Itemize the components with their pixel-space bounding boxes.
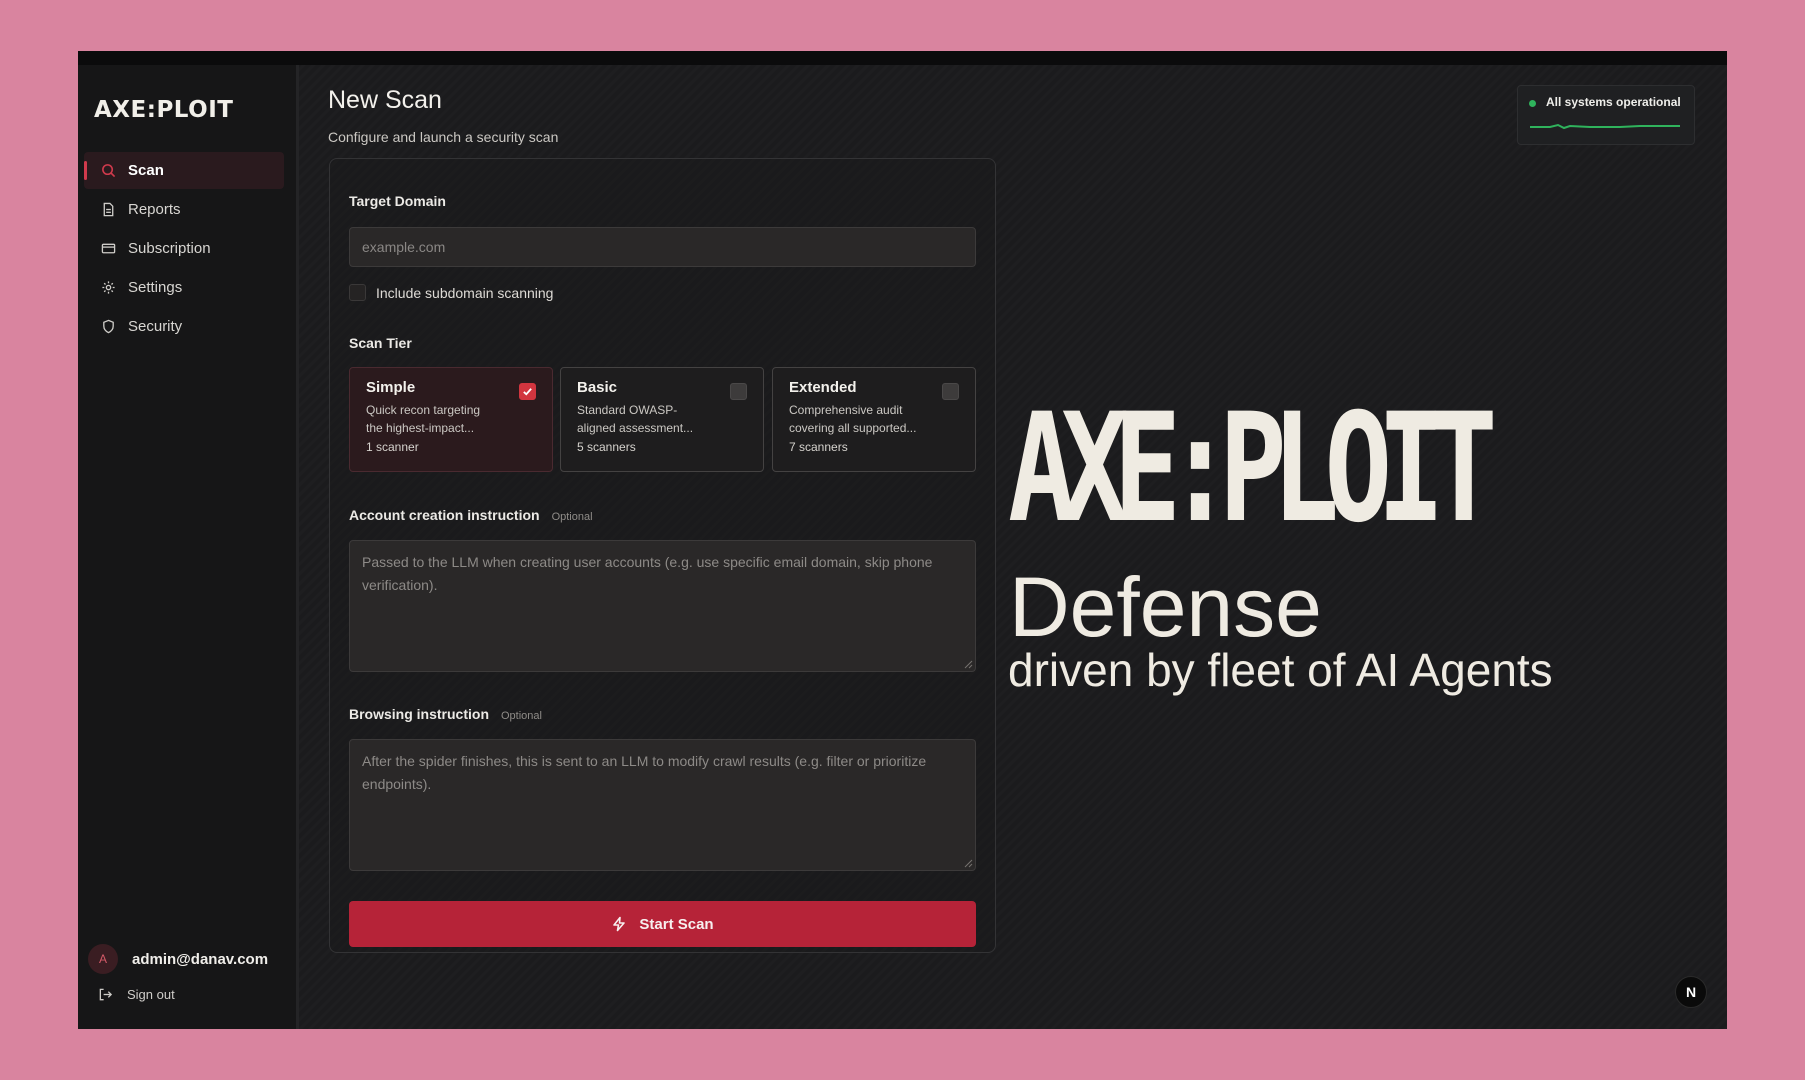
optional-tag: Optional (501, 710, 542, 722)
lightning-icon (613, 916, 626, 932)
tier-scanner-count: 7 scanners (789, 440, 848, 454)
sign-out-button[interactable]: Sign out (98, 987, 175, 1002)
tier-checkbox-checked[interactable] (519, 383, 536, 400)
account-instruction-placeholder: Passed to the LLM when creating user acc… (362, 554, 933, 593)
optional-tag: Optional (551, 511, 593, 523)
credit-card-icon (100, 241, 116, 257)
target-domain-input[interactable]: example.com (349, 227, 976, 267)
sidebar-item-subscription[interactable]: Subscription (84, 230, 284, 267)
tier-description: Standard OWASP-aligned assessment... (577, 403, 694, 435)
sidebar-item-reports[interactable]: Reports (84, 191, 284, 228)
hero-tagline-defense: Defense (1009, 560, 1322, 654)
sign-out-label: Sign out (127, 987, 175, 1002)
user-email: admin@danav.com (132, 950, 269, 968)
tier-card-extended[interactable]: Extended Comprehensive audit covering al… (772, 367, 976, 472)
page-title: New Scan (328, 86, 442, 114)
sidebar: AXE:PLOIT Scan Reports Subscription Sett… (78, 65, 299, 1029)
tier-name: Basic (577, 379, 618, 396)
tier-checkbox[interactable] (942, 383, 959, 400)
browsing-instruction-title: Browsing instruction (349, 706, 489, 722)
target-domain-label: Target Domain (349, 193, 446, 209)
avatar: A (88, 944, 118, 974)
sidebar-item-label: Settings (128, 279, 183, 296)
sidebar-item-label: Scan (128, 162, 164, 179)
sign-out-icon (99, 988, 113, 1001)
search-icon (100, 163, 116, 179)
browsing-instruction-textarea[interactable]: After the spider finishes, this is sent … (349, 739, 976, 871)
tier-card-basic[interactable]: Basic Standard OWASP-aligned assessment.… (560, 367, 764, 472)
sidebar-nav: Scan Reports Subscription Settings Secur… (84, 152, 284, 347)
browsing-instruction-label: Browsing instruction Optional (349, 706, 542, 722)
tier-name: Extended (789, 379, 857, 396)
tier-scanner-count: 1 scanner (366, 440, 419, 454)
sidebar-item-label: Security (128, 318, 183, 335)
browsing-instruction-placeholder: After the spider finishes, this is sent … (362, 753, 927, 792)
scan-tier-label: Scan Tier (349, 335, 412, 351)
account-instruction-textarea[interactable]: Passed to the LLM when creating user acc… (349, 540, 976, 672)
user-profile[interactable]: A admin@danav.com (88, 944, 268, 974)
tier-card-simple[interactable]: Simple Quick recon targeting the highest… (349, 367, 553, 472)
sidebar-item-label: Reports (128, 201, 181, 218)
hero-title: AXE:PLOIT (1008, 382, 1498, 556)
account-instruction-title: Account creation instruction (349, 507, 540, 523)
status-sparkline (1530, 123, 1680, 130)
tier-description: Quick recon targeting the highest-impact… (366, 403, 481, 435)
check-icon (523, 388, 532, 396)
status-text: All systems operational (1546, 95, 1681, 109)
document-icon (100, 202, 116, 218)
account-instruction-label: Account creation instruction Optional (349, 507, 593, 523)
scan-tier-group: Simple Quick recon targeting the highest… (349, 367, 976, 472)
tier-description: Comprehensive audit covering all support… (789, 403, 917, 435)
app-window: AXE:PLOIT Scan Reports Subscription Sett… (78, 51, 1727, 1029)
subdomain-option[interactable]: Include subdomain scanning (349, 284, 553, 301)
tier-checkbox[interactable] (730, 383, 747, 400)
status-dot (1529, 100, 1536, 107)
hero-tagline-subtitle: driven by fleet of AI Agents (1008, 644, 1553, 696)
subdomain-checkbox[interactable] (349, 284, 366, 301)
gear-icon (100, 280, 116, 296)
system-status-widget[interactable]: All systems operational (1517, 85, 1695, 145)
sidebar-item-scan[interactable]: Scan (84, 152, 284, 189)
sidebar-item-security[interactable]: Security (84, 308, 284, 345)
shield-icon (100, 319, 116, 335)
scan-form-panel: Target Domain example.com Include subdom… (329, 158, 996, 953)
tier-name: Simple (366, 379, 416, 396)
tier-scanner-count: 5 scanners (577, 440, 636, 454)
start-scan-label: Start Scan (639, 915, 714, 933)
resize-grip-icon[interactable] (963, 858, 973, 868)
app-logo[interactable]: AXE:PLOIT (94, 97, 233, 123)
sidebar-item-settings[interactable]: Settings (84, 269, 284, 306)
start-scan-button[interactable]: Start Scan (349, 901, 976, 947)
page-subtitle: Configure and launch a security scan (328, 129, 559, 145)
subdomain-label: Include subdomain scanning (376, 284, 554, 301)
resize-grip-icon[interactable] (963, 659, 973, 669)
sidebar-item-label: Subscription (128, 240, 211, 257)
n-badge[interactable]: N (1675, 976, 1707, 1008)
window-top-bar (78, 51, 1727, 65)
